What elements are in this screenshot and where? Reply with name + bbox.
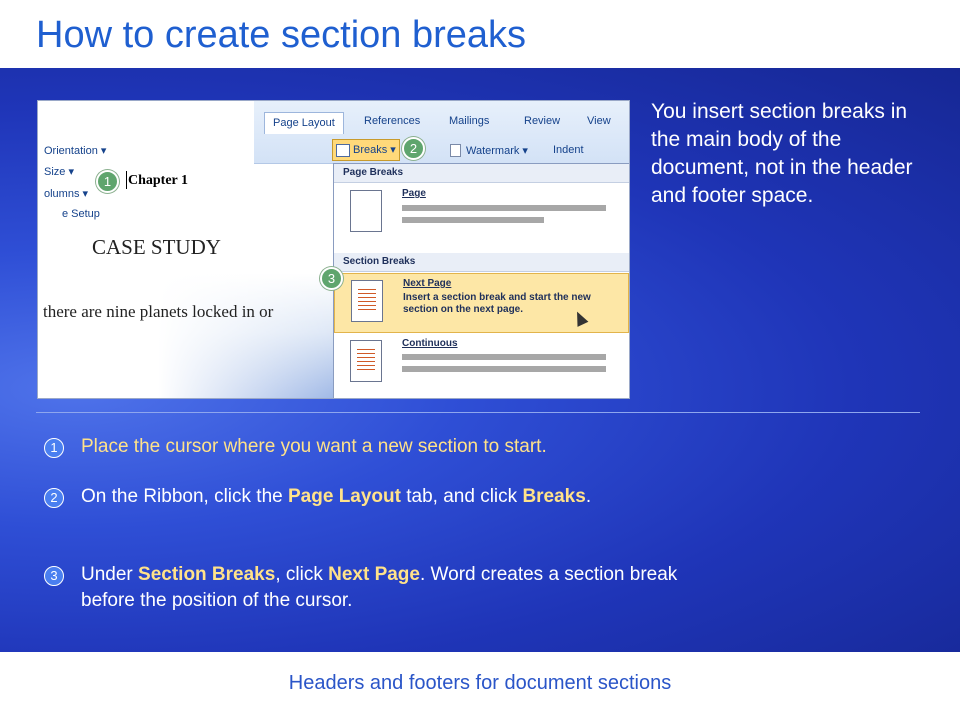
step-3-bold-section-breaks: Section Breaks: [138, 564, 276, 585]
menu-item-continuous[interactable]: Continuous: [334, 334, 629, 398]
continuous-icon: [350, 340, 382, 382]
step-number-3: 3: [44, 566, 64, 586]
step-2-text: On the Ribbon, click the Page Layout tab…: [81, 484, 704, 510]
placeholder-bar: [402, 205, 606, 211]
footer-bar: Headers and footers for document section…: [0, 652, 960, 720]
placeholder-bar: [402, 366, 606, 372]
divider: [36, 412, 920, 413]
page-lines: [357, 349, 375, 373]
slide-title: How to create section breaks: [36, 14, 527, 56]
word-screenshot: Chapter 1 CASE STUDY there are nine plan…: [37, 100, 630, 399]
step-number-1: 1: [44, 438, 64, 458]
page-lines: [358, 289, 376, 313]
step-1-text: Place the cursor where you want a new se…: [81, 436, 547, 457]
step-2-pre: On the Ribbon, click the: [81, 486, 288, 507]
tab-view[interactable]: View: [587, 115, 611, 127]
section-breaks-header: Section Breaks: [334, 253, 629, 272]
footer-text: Headers and footers for document section…: [288, 672, 672, 694]
size-button[interactable]: Size ▾: [44, 165, 74, 178]
tab-mailings[interactable]: Mailings: [449, 115, 489, 127]
columns-button[interactable]: olumns ▾: [44, 187, 88, 200]
tab-review[interactable]: Review: [524, 115, 560, 127]
watermark-icon: [450, 144, 461, 157]
title-bar: How to create section breaks: [0, 0, 960, 68]
page-setup-label: e Setup: [62, 208, 100, 220]
doc-case-study: CASE STUDY: [92, 235, 221, 259]
tab-references[interactable]: References: [364, 115, 420, 127]
page-break-icon: [350, 190, 382, 232]
step-number-2: 2: [44, 488, 64, 508]
menu-item-continuous-label: Continuous: [402, 338, 458, 349]
menu-item-next-page-label: Next Page: [403, 278, 452, 289]
watermark-label: Watermark ▾: [466, 145, 528, 157]
watermark-button[interactable]: Watermark ▾: [450, 144, 528, 157]
step-2-bold-page-layout: Page Layout: [288, 486, 401, 507]
step-3-mid: , click: [275, 564, 329, 585]
text-cursor: [126, 171, 127, 189]
breaks-dropdown: Page Breaks Page Section Breaks Next Pag…: [333, 163, 629, 398]
step-3-pre: Under: [81, 564, 139, 585]
menu-item-page-label: Page: [402, 188, 426, 199]
step-3-text: Under Section Breaks, click Next Page. W…: [81, 562, 704, 614]
intro-text: You insert section breaks in the main bo…: [651, 100, 913, 207]
menu-item-next-page-desc: Insert a section break and start the new…: [403, 292, 591, 315]
step-1: 1 Place the cursor where you want a new …: [44, 434, 704, 460]
step-2-bold-breaks: Breaks: [522, 486, 586, 507]
breaks-label: Breaks ▾: [353, 144, 396, 156]
step-2-post: .: [585, 486, 592, 507]
callout-3: 3: [320, 267, 343, 290]
next-page-icon: [351, 280, 383, 322]
doc-body-text: there are nine planets locked in or: [43, 302, 274, 321]
placeholder-bar: [402, 217, 544, 223]
step-3: 3 Under Section Breaks, click Next Page.…: [44, 562, 704, 614]
placeholder-bar: [402, 354, 606, 360]
callout-2: 2: [402, 137, 425, 160]
indent-label: Indent: [553, 144, 584, 156]
breaks-button[interactable]: Breaks ▾: [332, 139, 400, 161]
step-2-mid: tab, and click: [400, 486, 523, 507]
menu-item-page[interactable]: Page: [334, 184, 629, 250]
doc-chapter-heading: Chapter 1: [128, 173, 189, 188]
breaks-icon: [336, 144, 350, 157]
step-3-bold-next-page: Next Page: [328, 564, 420, 585]
menu-item-next-page[interactable]: Next Page Insert a section break and sta…: [334, 273, 629, 333]
callout-1: 1: [96, 170, 119, 193]
orientation-button[interactable]: Orientation ▾: [44, 144, 106, 157]
tab-page-layout[interactable]: Page Layout: [264, 112, 344, 134]
step-2: 2 On the Ribbon, click the Page Layout t…: [44, 484, 704, 510]
page-breaks-header: Page Breaks: [334, 164, 629, 183]
